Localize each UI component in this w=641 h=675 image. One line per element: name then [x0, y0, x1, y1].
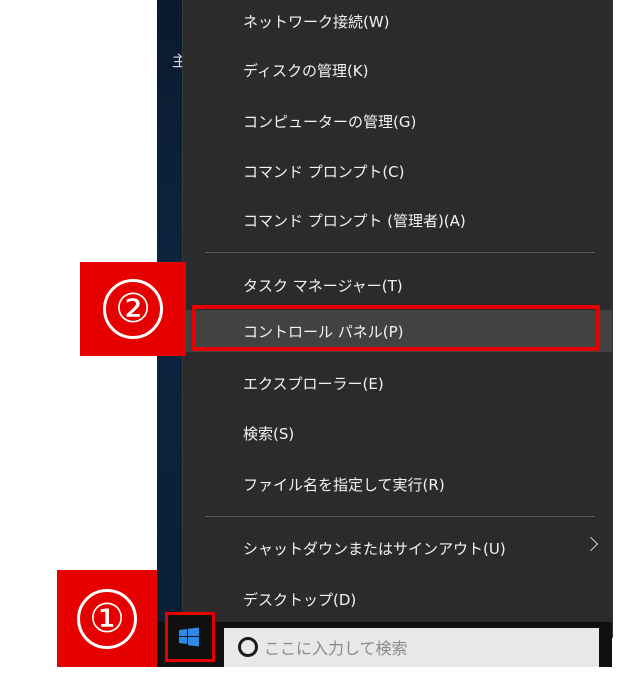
step-1-badge: ①: [57, 570, 157, 667]
menu-item-label: コマンド プロンプト (管理者)(A): [243, 211, 466, 230]
menu-item-task-manager[interactable]: タスク マネージャー(T): [183, 264, 612, 306]
menu-item-computer-management[interactable]: コンピューターの管理(G): [183, 100, 612, 142]
menu-separator: [205, 252, 595, 253]
menu-item-network-connections[interactable]: ネットワーク接続(W): [183, 0, 612, 42]
step-2-number: ②: [103, 279, 163, 339]
menu-item-label: タスク マネージャー(T): [243, 276, 403, 295]
taskbar-search-box[interactable]: ここに入力して検索: [224, 628, 599, 667]
menu-item-label: ネットワーク接続(W): [243, 12, 390, 31]
menu-item-desktop[interactable]: デスクトップ(D): [183, 578, 612, 620]
menu-item-disk-management[interactable]: ディスクの管理(K): [183, 49, 612, 91]
menu-item-label: コマンド プロンプト(C): [243, 162, 405, 181]
menu-item-label: コンピューターの管理(G): [243, 112, 417, 131]
menu-item-shutdown-signout[interactable]: シャットダウンまたはサインアウト(U): [183, 527, 612, 569]
start-button[interactable]: [165, 612, 215, 662]
menu-item-label: デスクトップ(D): [243, 590, 357, 609]
menu-item-command-prompt[interactable]: コマンド プロンプト(C): [183, 150, 612, 192]
menu-item-explorer[interactable]: エクスプローラー(E): [183, 362, 612, 404]
windows-logo-icon: [179, 627, 199, 647]
step-1-number: ①: [77, 588, 137, 649]
chevron-right-icon: [583, 536, 599, 552]
menu-separator: [205, 516, 595, 517]
menu-item-command-prompt-admin[interactable]: コマンド プロンプト (管理者)(A): [183, 199, 612, 241]
cortana-ring-icon: [238, 637, 258, 657]
menu-item-search[interactable]: 検索(S): [183, 412, 612, 454]
step-2-badge: ②: [80, 262, 186, 356]
menu-item-label: シャットダウンまたはサインアウト(U): [243, 539, 506, 558]
search-placeholder: ここに入力して検索: [264, 639, 408, 658]
menu-item-label: ディスクの管理(K): [243, 61, 369, 80]
control-panel-highlight-box: [192, 305, 600, 351]
menu-item-label: エクスプローラー(E): [243, 374, 384, 393]
menu-item-label: 検索(S): [243, 424, 295, 443]
menu-item-label: ファイル名を指定して実行(R): [243, 475, 445, 494]
menu-item-run[interactable]: ファイル名を指定して実行(R): [183, 463, 612, 505]
